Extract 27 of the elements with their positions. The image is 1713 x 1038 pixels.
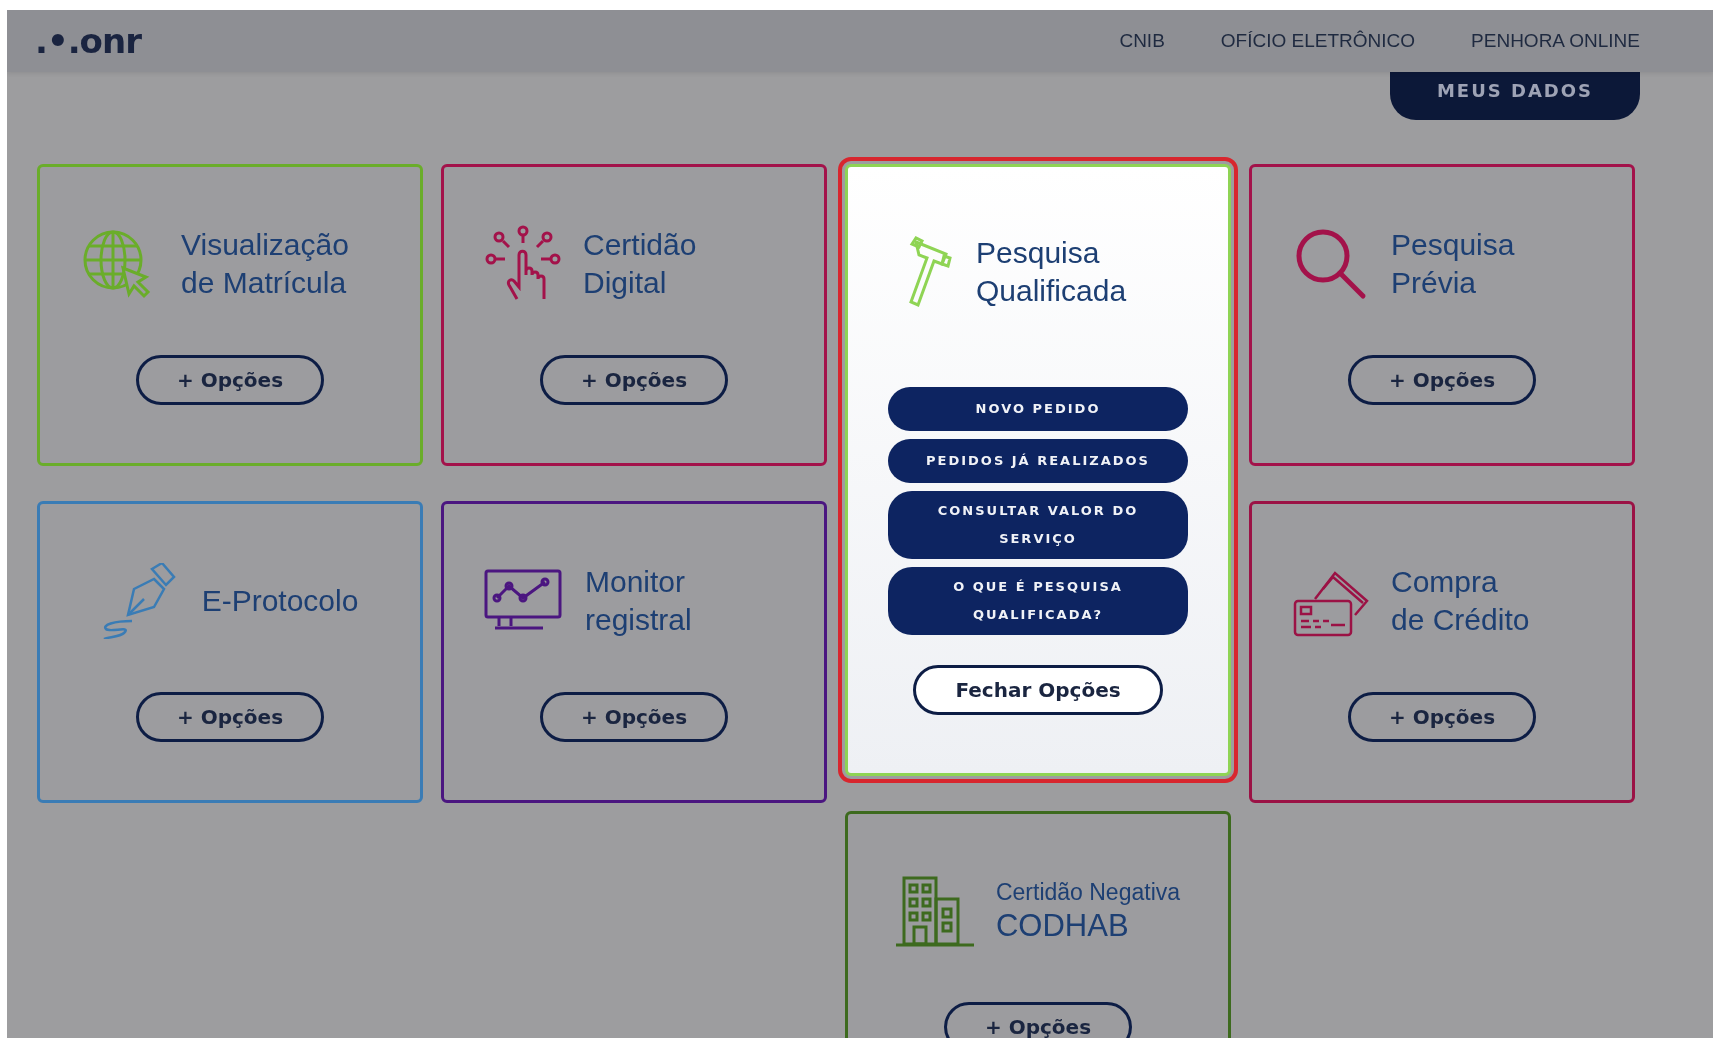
nav-link[interactable]: PENHORA ONLINE — [1471, 30, 1640, 52]
nav-link[interactable]: CNIB — [1119, 30, 1165, 52]
card-subtitle: Certidão Negativa — [995, 878, 1181, 907]
account-button[interactable]: MEUS DADOS — [1390, 72, 1640, 120]
logo[interactable]: .•.onr — [35, 21, 141, 61]
more-options-button[interactable]: + Opções — [944, 1002, 1132, 1038]
card-title: Compra de Crédito — [1391, 564, 1531, 638]
more-options-button[interactable]: + Opções — [540, 355, 728, 405]
card-title: Pesquisa Prévia — [1391, 227, 1516, 301]
card-title: Certidão Digital — [583, 227, 698, 301]
close-options-button[interactable]: Fechar Opções — [913, 665, 1163, 715]
card-title: E-Protocolo — [201, 583, 359, 619]
card-title: CODHAB — [995, 907, 1130, 945]
option-button[interactable]: CONSULTAR VALOR DO SERVIÇO — [888, 491, 1188, 559]
building-icon — [895, 875, 974, 947]
more-options-button[interactable]: + Opções — [1348, 355, 1536, 405]
nav-link[interactable]: OFÍCIO ELETRÔNICO — [1220, 30, 1416, 52]
option-button[interactable]: PEDIDOS JÁ REALIZADOS — [888, 439, 1188, 483]
option-button[interactable]: O QUE É PESQUISA QUALIFICADA? — [888, 567, 1188, 635]
card-title: Monitor registral — [585, 564, 693, 638]
more-options-button[interactable]: + Opções — [136, 355, 324, 405]
more-options-button[interactable]: + Opções — [136, 692, 324, 742]
card-title: Visualização de Matrícula — [181, 227, 350, 301]
card-title: Pesquisa Qualificada — [976, 235, 1128, 309]
more-options-button[interactable]: + Opções — [1348, 692, 1536, 742]
more-options-button[interactable]: + Opções — [540, 692, 728, 742]
option-button[interactable]: NOVO PEDIDO — [888, 387, 1188, 431]
